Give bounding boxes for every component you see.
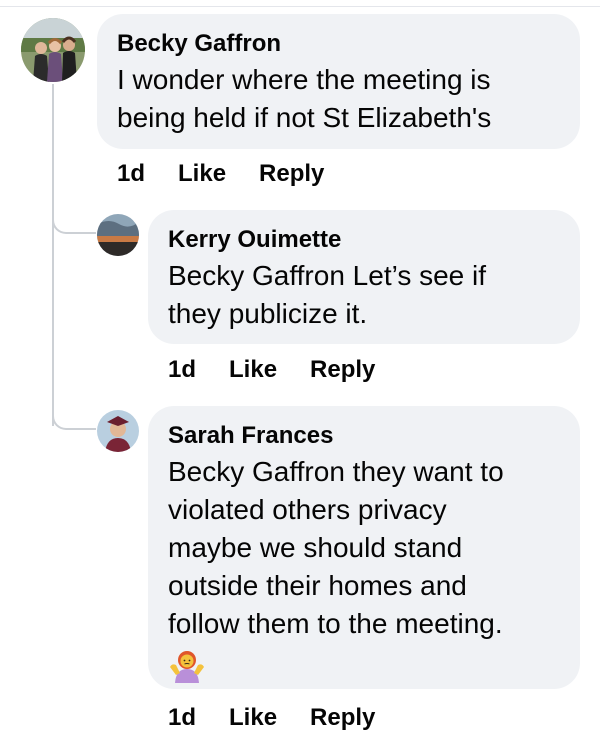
timestamp[interactable]: 1d bbox=[168, 356, 196, 384]
comment-text-line: outside their homes and bbox=[168, 570, 467, 601]
avatar[interactable] bbox=[97, 410, 139, 452]
comment-actions: 1d Like Reply bbox=[168, 704, 408, 732]
like-button[interactable]: Like bbox=[178, 160, 226, 188]
avatar[interactable] bbox=[97, 214, 139, 256]
timestamp[interactable]: 1d bbox=[117, 160, 145, 188]
thread-line bbox=[52, 84, 54, 426]
reply-button[interactable]: Reply bbox=[310, 704, 375, 732]
comment-bubble: Sarah Frances Becky Gaffron they want to… bbox=[148, 406, 580, 689]
reply-connector bbox=[52, 216, 96, 234]
comment-author[interactable]: Becky Gaffron bbox=[117, 30, 560, 58]
timestamp[interactable]: 1d bbox=[168, 704, 196, 732]
comment-bubble: Becky Gaffron I wonder where the meeting… bbox=[97, 14, 580, 149]
reply-connector bbox=[52, 412, 96, 430]
comment-bubble: Kerry Ouimette Becky Gaffron Let’s see i… bbox=[148, 210, 580, 344]
comment-text-line: Becky Gaffron Let’s see if bbox=[168, 260, 487, 291]
comment-actions: 1d Like Reply bbox=[168, 356, 408, 384]
comment-text-line: Becky Gaffron they want to bbox=[168, 456, 504, 487]
comment-text-line: they publicize it. bbox=[168, 298, 368, 329]
shrugging-woman-emoji bbox=[168, 647, 206, 685]
comment-text-line: being held if not St Elizabeth's bbox=[117, 102, 492, 133]
comment-text-line: maybe we should stand bbox=[168, 532, 463, 563]
comment-text-line: I wonder where the meeting is bbox=[117, 64, 491, 95]
avatar[interactable] bbox=[21, 18, 85, 82]
reply-button[interactable]: Reply bbox=[310, 356, 375, 384]
comment-author[interactable]: Kerry Ouimette bbox=[168, 226, 560, 254]
comment-actions: 1d Like Reply bbox=[117, 160, 357, 188]
comment-text-line: follow them to the meeting. bbox=[168, 608, 503, 639]
like-button[interactable]: Like bbox=[229, 704, 277, 732]
top-divider bbox=[0, 6, 600, 7]
like-button[interactable]: Like bbox=[229, 356, 277, 384]
comment-author[interactable]: Sarah Frances bbox=[168, 422, 560, 450]
reply-button[interactable]: Reply bbox=[259, 160, 324, 188]
comment-text-line: violated others privacy bbox=[168, 494, 447, 525]
